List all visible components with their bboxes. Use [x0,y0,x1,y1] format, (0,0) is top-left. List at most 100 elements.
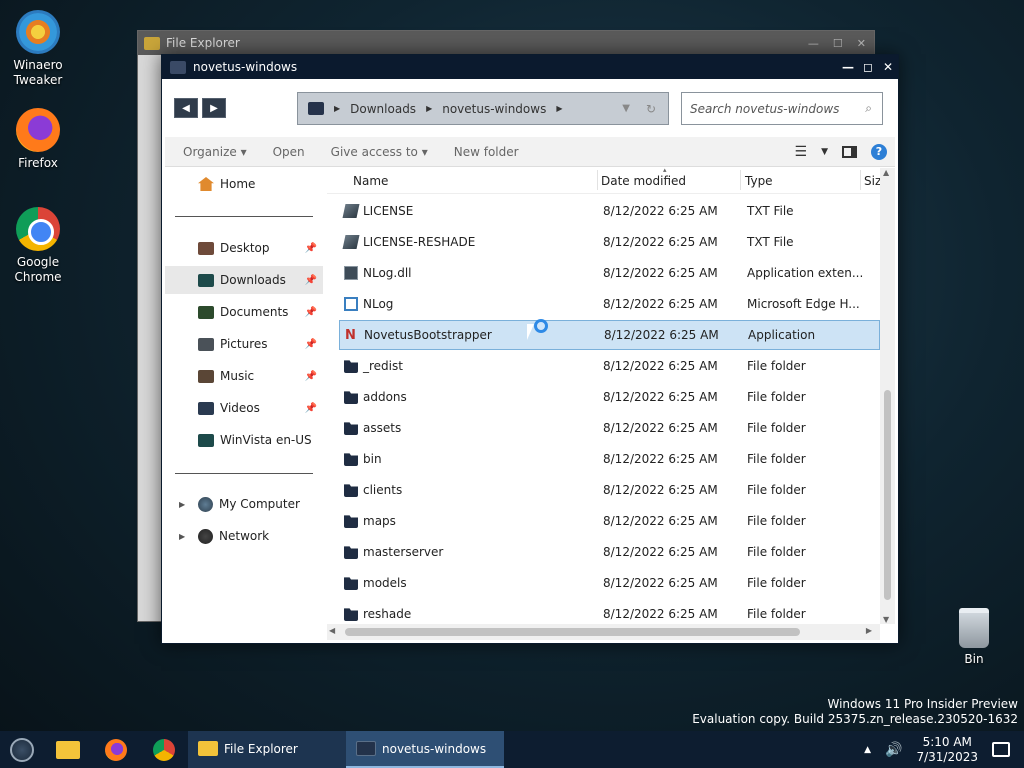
file-row[interactable]: bin 8/12/2022 6:25 AM File folder [339,444,880,474]
folder-icon [198,741,218,756]
organize-button[interactable]: Organize ▾ [183,145,247,159]
volume-icon[interactable]: 🔊 [885,742,902,758]
taskbar-task-file-explorer[interactable]: File Explorer [188,731,346,768]
file-name: LICENSE [363,204,414,218]
clock[interactable]: 5:10 AM 7/31/2023 [916,735,978,765]
close-icon[interactable]: ✕ [857,37,866,50]
file-row[interactable]: LICENSE 8/12/2022 6:25 AM TXT File [339,196,880,226]
desktop-icon-firefox[interactable]: Firefox [0,108,76,171]
file-row[interactable]: assets 8/12/2022 6:25 AM File folder [339,413,880,443]
chevron-down-icon[interactable]: ▼ [821,147,828,157]
notification-icon[interactable] [992,742,1010,757]
folder-icon [308,102,324,115]
file-row[interactable]: N NovetusBootstrapper 8/12/2022 6:25 AM App… [339,320,880,350]
column-divider[interactable] [860,170,861,190]
help-icon[interactable]: ? [871,143,887,160]
chevron-up-icon[interactable]: ▲ [864,745,871,755]
view-options-icon[interactable]: ☰ [795,144,808,160]
background-window-titlebar[interactable]: File Explorer — ☐ ✕ [138,31,874,55]
vertical-scroll-thumb[interactable] [884,390,891,600]
chevron-right-icon[interactable]: ▶ [426,104,432,113]
open-button[interactable]: Open [273,145,305,159]
pin-icon[interactable]: 📌 [305,339,317,350]
pin-icon[interactable]: 📌 [305,307,317,318]
nav-item-network[interactable]: ▶ Network [165,522,323,550]
scroll-down-icon[interactable]: ▼ [883,615,889,624]
up-button[interactable]: ↑ [267,96,280,114]
column-divider[interactable] [597,170,598,190]
vertical-scrollbar[interactable]: ▲ ▼ [880,168,895,624]
search-icon[interactable]: ⌕ [865,101,872,116]
recent-locations-dropdown[interactable]: ▼ [230,100,237,110]
nav-item-downloads[interactable]: Downloads 📌 [165,266,323,294]
file-row[interactable]: masterserver 8/12/2022 6:25 AM File folder [339,537,880,567]
maximize-icon[interactable]: ☐ [833,37,843,50]
pin-icon[interactable]: 📌 [305,243,317,254]
refresh-icon[interactable]: ↻ [640,102,662,116]
preview-pane-icon[interactable] [842,145,857,158]
desktop-icon-bin[interactable]: Bin [936,608,1012,667]
expand-arrow-icon[interactable]: ▶ [179,500,185,509]
chevron-down-icon[interactable]: ▼ [622,103,630,114]
file-name: bin [363,452,382,466]
horizontal-scroll-thumb[interactable] [345,628,800,636]
explorer-window[interactable]: novetus-windows — ◻ ✕ ◀ ▶ ▼ ↑ ▶ Download… [161,54,899,644]
pin-icon[interactable]: 📌 [305,403,317,414]
chevron-right-icon[interactable]: ▶ [334,104,340,113]
file-type: File folder [747,452,806,466]
back-button[interactable]: ◀ [174,98,198,118]
file-row[interactable]: clients 8/12/2022 6:25 AM File folder [339,475,880,505]
nav-item-documents[interactable]: Documents 📌 [165,298,323,326]
desktop-icon-google-chrome[interactable]: Google Chrome [0,207,76,285]
column-header-type[interactable]: Type [745,174,773,188]
nav-item-label: Documents [220,305,289,319]
breadcrumb-downloads[interactable]: Downloads [350,102,416,116]
taskbar-chrome-pin[interactable] [140,731,188,768]
folder-icon [344,515,358,528]
nav-item-home[interactable]: Home [165,170,323,198]
taskbar-file-explorer-pin[interactable] [44,731,92,768]
nav-item-winvista[interactable]: WinVista en-US [165,426,323,454]
nav-item-label: Desktop [220,241,270,255]
file-row[interactable]: addons 8/12/2022 6:25 AM File folder [339,382,880,412]
file-row[interactable]: NLog 8/12/2022 6:25 AM Microsoft Edge H... [339,289,880,319]
search-input[interactable]: Search novetus-windows ⌕ [681,92,883,125]
taskbar-firefox-pin[interactable] [92,731,140,768]
file-type: Application exten... [747,266,864,280]
expand-arrow-icon[interactable]: ▶ [179,532,185,541]
scroll-right-icon[interactable]: ▶ [866,626,872,635]
column-divider[interactable] [740,170,741,190]
nav-item-desktop[interactable]: Desktop 📌 [165,234,323,262]
forward-button[interactable]: ▶ [202,98,226,118]
file-row[interactable]: models 8/12/2022 6:25 AM File folder [339,568,880,598]
file-row[interactable]: maps 8/12/2022 6:25 AM File folder [339,506,880,536]
breadcrumb-novetus-windows[interactable]: novetus-windows [442,102,546,116]
file-row[interactable]: _redist 8/12/2022 6:25 AM File folder [339,351,880,381]
column-header-name[interactable]: Name [353,174,388,188]
horizontal-scrollbar[interactable]: ◀ ▶ [327,624,880,640]
scroll-up-icon[interactable]: ▲ [883,168,889,177]
file-type: File folder [747,576,806,590]
nav-item-my-computer[interactable]: ▶ My Computer [165,490,323,518]
nav-item-music[interactable]: Music 📌 [165,362,323,390]
file-list[interactable]: Name ▴ Date modified Type Siz LICENSE 8/1… [327,168,880,624]
address-bar[interactable]: ▶ Downloads ▶ novetus-windows ▶ ▼ ↻ [297,92,669,125]
file-row[interactable]: reshade 8/12/2022 6:25 AM File folder [339,599,880,624]
scroll-left-icon[interactable]: ◀ [329,626,335,635]
pin-icon[interactable]: 📌 [305,275,317,286]
minimize-icon[interactable]: — [808,37,819,50]
file-row[interactable]: LICENSE-RESHADE 8/12/2022 6:25 AM TXT File [339,227,880,257]
column-header-size[interactable]: Siz [864,174,880,188]
desktop-icon-winaero-tweaker[interactable]: Winaero Tweaker [0,10,76,88]
nav-item-videos[interactable]: Videos 📌 [165,394,323,422]
nav-item-pictures[interactable]: Pictures 📌 [165,330,323,358]
file-row[interactable]: NLog.dll 8/12/2022 6:25 AM Application ext… [339,258,880,288]
start-button[interactable] [0,731,44,768]
pin-icon[interactable]: 📌 [305,371,317,382]
taskbar-task-novetus-windows[interactable]: novetus-windows [346,731,504,768]
give-access-button[interactable]: Give access to ▾ [331,145,428,159]
column-header-date[interactable]: Date modified [601,174,686,188]
new-folder-button[interactable]: New folder [454,145,519,159]
chevron-right-icon[interactable]: ▶ [556,104,562,113]
folder-icon [344,577,358,590]
